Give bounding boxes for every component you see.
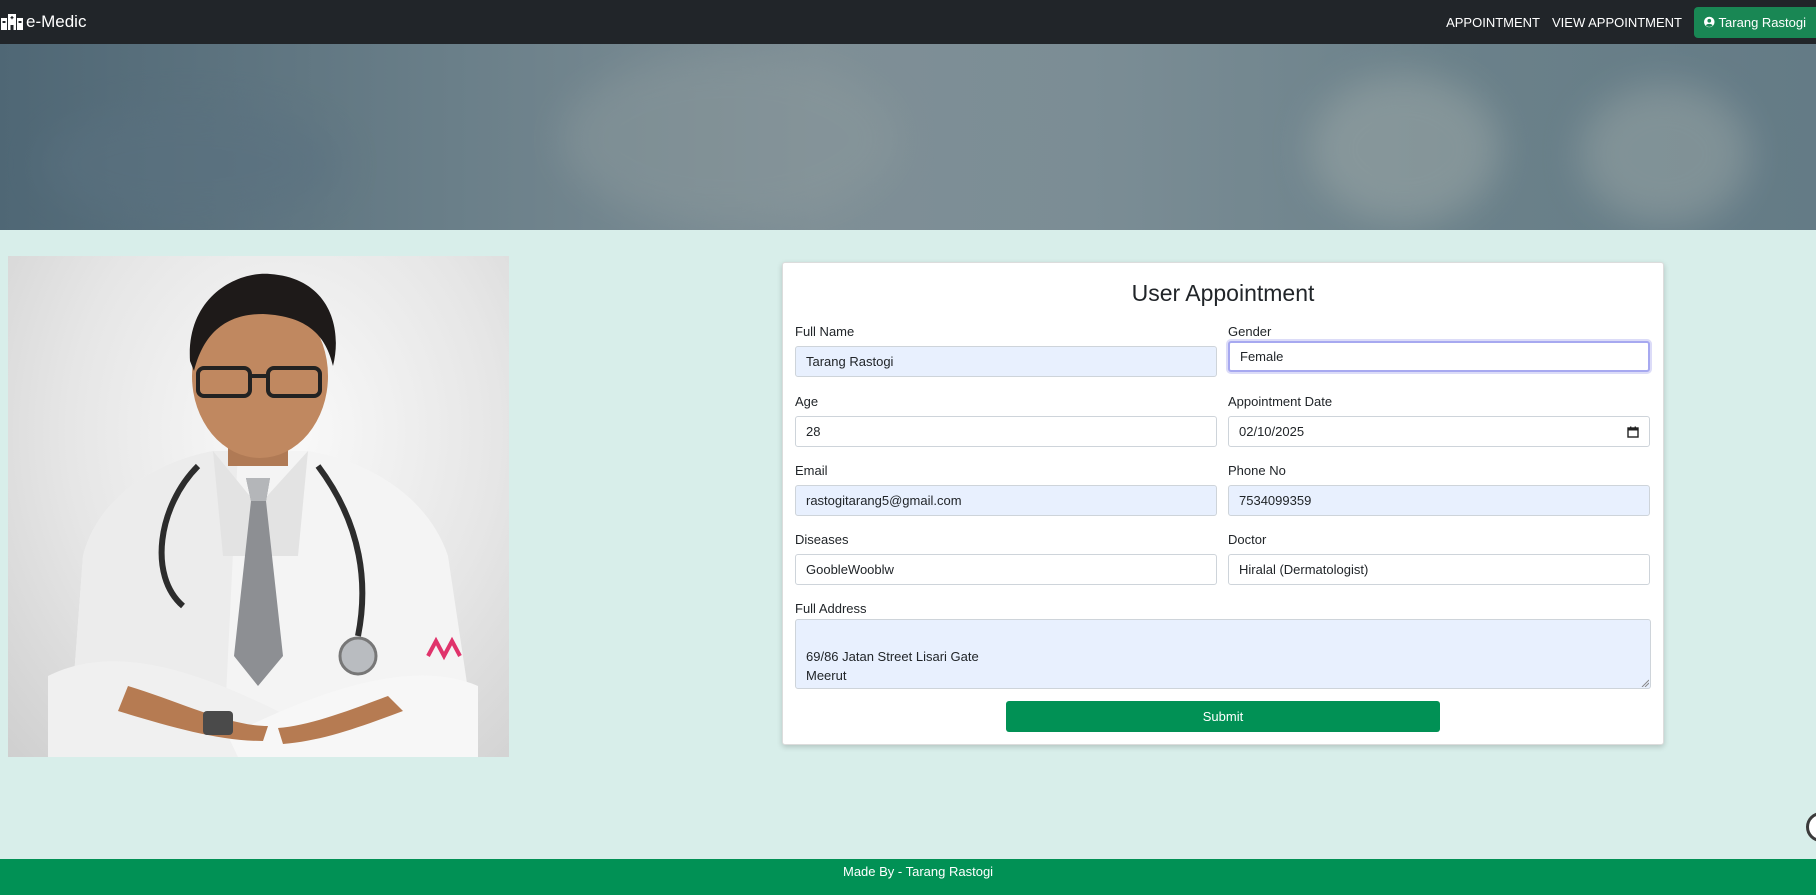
- chat-widget-icon[interactable]: [1806, 812, 1816, 842]
- appointment-form-card: User Appointment Full Name Tarang Rastog…: [782, 262, 1664, 745]
- hero-banner-image: [0, 44, 1816, 230]
- appointment-date-value: 02/10/2025: [1239, 424, 1305, 439]
- appointment-date-label: Appointment Date: [1228, 394, 1333, 409]
- hospital-icon: [1, 14, 23, 30]
- user-name: Tarang Rastogi: [1718, 14, 1806, 30]
- full-name-input[interactable]: Tarang Rastogi: [795, 346, 1217, 377]
- brand-link[interactable]: e-Medic: [1, 12, 86, 32]
- form-title: User Appointment: [1131, 280, 1315, 306]
- address-label: Full Address: [795, 601, 867, 616]
- appointment-date-input[interactable]: 02/10/2025: [1228, 416, 1650, 447]
- full-name-group: Full Name Tarang Rastogi: [795, 324, 1217, 377]
- doctor-photo: [8, 256, 509, 757]
- phone-input[interactable]: 7534099359: [1228, 485, 1650, 516]
- resize-handle-icon[interactable]: [1641, 679, 1649, 687]
- user-menu-button[interactable]: Tarang Rastogi: [1694, 6, 1816, 38]
- gender-label: Gender: [1228, 324, 1272, 339]
- user-circle-icon: [1704, 16, 1715, 28]
- doctor-select[interactable]: Hiralal (Dermatologist): [1228, 554, 1650, 585]
- full-name-label: Full Name: [795, 324, 855, 339]
- email-label: Email: [795, 463, 828, 478]
- nav-view-appointment-link[interactable]: VIEW APPOINTMENT: [1552, 15, 1682, 30]
- diseases-label: Diseases: [795, 532, 849, 547]
- age-label: Age: [795, 394, 819, 409]
- address-textarea[interactable]: 69/86 Jatan Street Lisari Gate Meerut: [795, 619, 1651, 689]
- brand-name: e-Medic: [26, 12, 87, 31]
- email-input[interactable]: rastogitarang5@gmail.com: [795, 485, 1217, 516]
- phone-group: Phone No 7534099359: [1228, 463, 1650, 516]
- phone-label: Phone No: [1228, 463, 1286, 478]
- submit-button[interactable]: Submit: [1006, 701, 1440, 732]
- appointment-date-group: Appointment Date 02/10/2025: [1228, 394, 1650, 447]
- footer-credit: Made By - Tarang Rastogi: [843, 864, 994, 879]
- doctor-group: Doctor Hiralal (Dermatologist): [1228, 532, 1650, 585]
- doctor-illustration: [48, 273, 478, 757]
- doctor-label: Doctor: [1228, 532, 1267, 547]
- footer: Made By - Tarang Rastogi: [0, 859, 1816, 895]
- age-input[interactable]: 28: [795, 416, 1217, 447]
- gender-input[interactable]: Female: [1228, 341, 1650, 372]
- email-group: Email rastogitarang5@gmail.com: [795, 463, 1217, 516]
- address-value: 69/86 Jatan Street Lisari Gate Meerut: [806, 649, 979, 683]
- top-navbar: e-Medic APPOINTMENT VIEW APPOINTMENT Tar…: [0, 0, 1816, 44]
- calendar-icon[interactable]: [1627, 426, 1639, 438]
- nav-appointment-link[interactable]: APPOINTMENT: [1446, 15, 1540, 30]
- diseases-input[interactable]: GoobleWooblw: [795, 554, 1217, 585]
- diseases-group: Diseases GoobleWooblw: [795, 532, 1217, 585]
- gender-group: Gender Female: [1228, 324, 1650, 372]
- age-group: Age 28: [795, 394, 1217, 447]
